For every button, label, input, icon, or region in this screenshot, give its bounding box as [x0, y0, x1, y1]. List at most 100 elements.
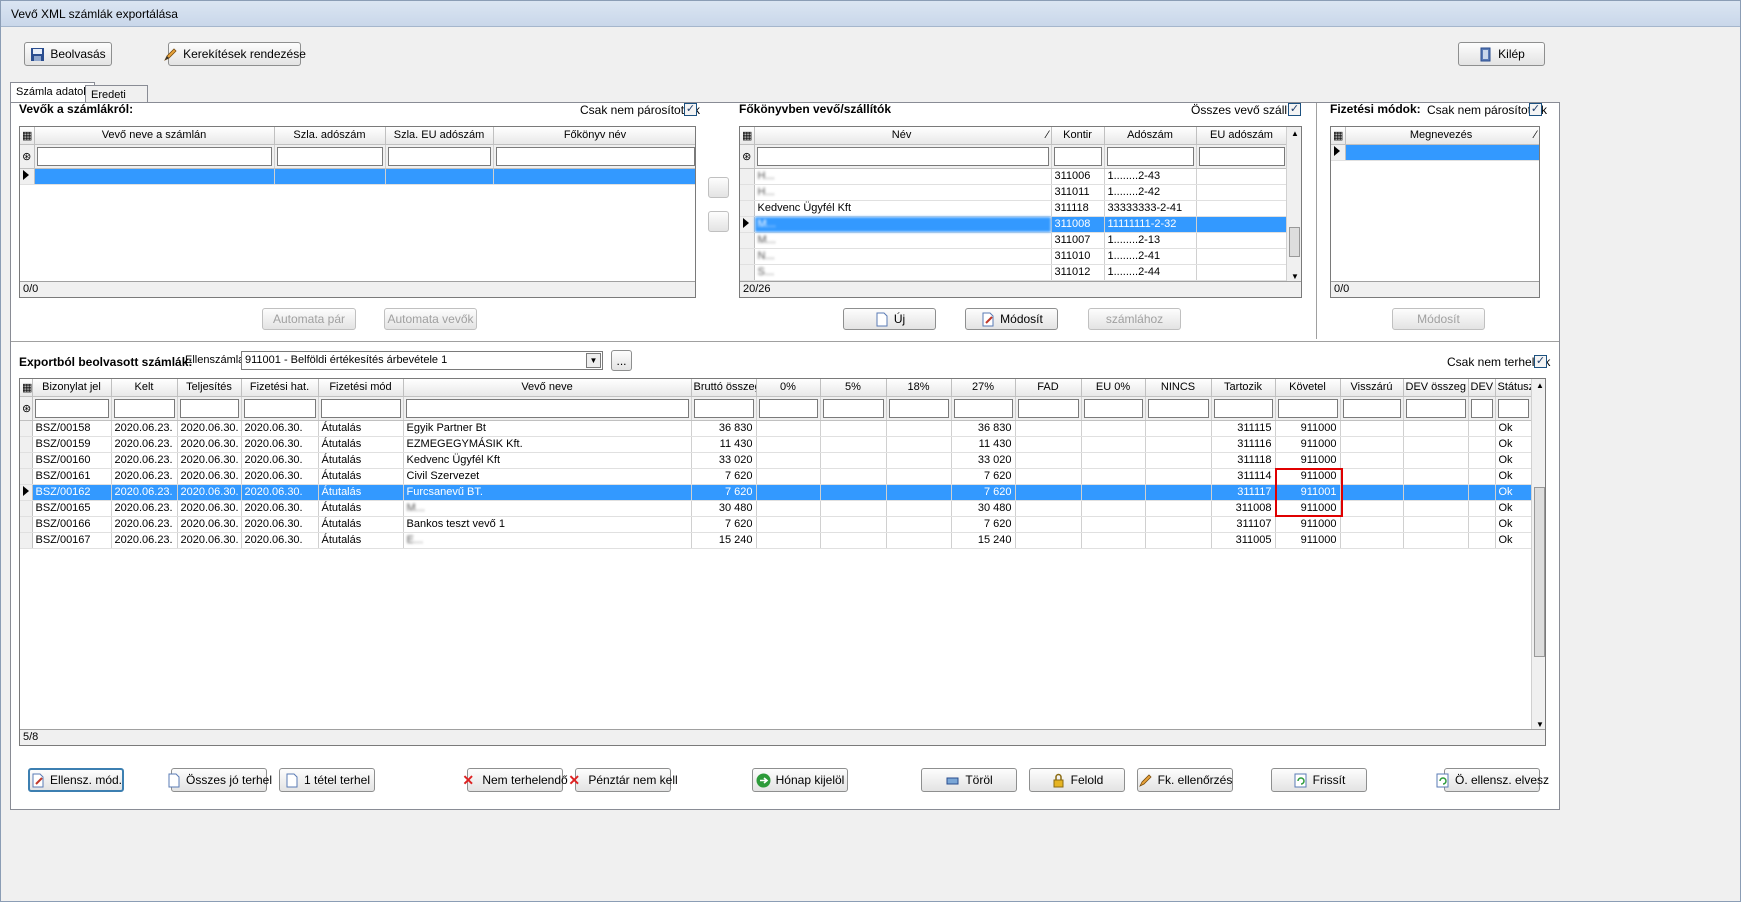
payment-modify-button[interactable]: Módosít [1392, 308, 1485, 330]
col-header[interactable]: Adószám [1104, 127, 1197, 145]
read-button[interactable]: Beolvasás [24, 42, 112, 66]
all-good-post-button[interactable]: Összes jó terhel [168, 768, 272, 792]
col-header[interactable]: DEV összeg [1403, 379, 1469, 397]
table-row[interactable] [1331, 144, 1539, 161]
col-header[interactable]: EU 0% [1081, 379, 1146, 397]
filter-input[interactable] [1468, 396, 1496, 421]
grid-settings-icon[interactable]: ▦ [1331, 127, 1346, 145]
ledger-check-button[interactable]: Fk. ellenőrzés [1137, 768, 1233, 792]
col-header[interactable]: Bizonylat jel [32, 379, 112, 397]
filter-input[interactable] [32, 396, 112, 421]
browse-button[interactable]: ... [611, 350, 632, 371]
scroll-thumb[interactable] [1289, 227, 1300, 257]
col-header[interactable]: Követel [1275, 379, 1341, 397]
col-header[interactable]: FAD [1015, 379, 1082, 397]
counter-account-select[interactable]: 911001 - Belföldi értékesítés árbevétele… [241, 351, 603, 370]
table-row[interactable]: BSZ/00166 2020.06.23. 2020.06.30. 2020.06.3… [20, 516, 1532, 533]
col-header[interactable]: Vevő neve a számlán [34, 127, 275, 145]
grid-settings-icon[interactable]: ▦ [20, 127, 35, 145]
month-select-button[interactable]: Hónap kijelöl [752, 768, 848, 792]
chevron-down-icon[interactable]: ▼ [586, 353, 601, 368]
filter-input[interactable] [754, 144, 1052, 169]
ledger-all-checkbox[interactable]: ✓ [1288, 103, 1301, 116]
ledger-modify-button[interactable]: Módosít [965, 308, 1058, 330]
only-unposted-checkbox[interactable]: ✓ [1534, 355, 1547, 368]
filter-input[interactable] [886, 396, 952, 421]
table-row[interactable]: Kedvenc Ügyfél Kft 311118 33333333-2-41 [740, 200, 1288, 217]
col-header[interactable]: Tartozik [1211, 379, 1276, 397]
filter-input[interactable] [756, 396, 821, 421]
col-header[interactable]: NINCS [1145, 379, 1212, 397]
table-row[interactable] [20, 168, 695, 185]
col-header[interactable]: Név ⁄ [754, 127, 1052, 145]
filter-input[interactable] [493, 144, 695, 169]
auto-pair-button[interactable]: Automata pár [262, 308, 356, 330]
grid-settings-icon[interactable]: ▦ [740, 127, 755, 145]
filter-input[interactable] [34, 144, 275, 169]
col-header[interactable]: 5% [820, 379, 887, 397]
col-header[interactable]: Teljesítés [177, 379, 242, 397]
filter-input[interactable] [111, 396, 178, 421]
col-header[interactable]: 18% [886, 379, 952, 397]
filter-input[interactable] [177, 396, 242, 421]
new-button[interactable]: Új [843, 308, 936, 330]
release-button[interactable]: Felold [1029, 768, 1125, 792]
filter-input[interactable] [318, 396, 404, 421]
col-header[interactable]: Főkönyv név [493, 127, 695, 145]
col-header[interactable]: EU adószám [1196, 127, 1288, 145]
filter-input[interactable] [1015, 396, 1082, 421]
scroll-thumb[interactable] [1534, 487, 1545, 657]
table-row[interactable]: BSZ/00167 2020.06.23. 2020.06.30. 2020.06.3… [20, 532, 1532, 549]
col-header[interactable]: Kontir [1051, 127, 1105, 145]
all-counter-lost-button[interactable]: Ö. ellensz. elvesz [1436, 768, 1549, 792]
filter-input[interactable] [691, 396, 757, 421]
auto-buyers-button[interactable]: Automata vevők [384, 308, 477, 330]
buyers-only-unpaired-checkbox[interactable]: ✓ [684, 103, 697, 116]
table-row[interactable]: BSZ/00159 2020.06.23. 2020.06.30. 2020.06.3… [20, 436, 1532, 453]
col-header[interactable]: Státusz [1495, 379, 1532, 397]
table-row[interactable]: H... 311011 1........2-42 [740, 184, 1288, 201]
col-header[interactable]: 27% [951, 379, 1016, 397]
filter-input[interactable] [241, 396, 319, 421]
filter-input[interactable] [1340, 396, 1404, 421]
grid-settings-icon[interactable]: ▦ [20, 379, 33, 397]
col-header[interactable]: Fizetési mód [318, 379, 404, 397]
filter-input[interactable] [385, 144, 494, 169]
refresh-button[interactable]: Frissít [1271, 768, 1367, 792]
filter-input[interactable] [1403, 396, 1469, 421]
filter-input[interactable] [1275, 396, 1341, 421]
cash-not-needed-button[interactable]: ✕ Pénztár nem kell [568, 768, 678, 792]
col-header[interactable]: Szla. adószám [274, 127, 386, 145]
invoices-scrollbar[interactable]: ▲ ▼ [1531, 379, 1545, 731]
col-header[interactable]: Megnevezés ⁄ [1345, 127, 1539, 145]
filter-input[interactable] [1104, 144, 1197, 169]
col-header[interactable]: Vevő neve [403, 379, 692, 397]
filter-input[interactable] [820, 396, 887, 421]
table-row[interactable]: M... 311007 1........2-13 [740, 232, 1288, 249]
col-header[interactable]: Visszárú [1340, 379, 1404, 397]
filter-input[interactable] [1495, 396, 1532, 421]
ledger-scrollbar[interactable]: ▲ ▼ [1286, 127, 1301, 283]
counter-mod-button[interactable]: Ellensz. mód. [28, 768, 124, 792]
delete-button[interactable]: Töröl [921, 768, 1017, 792]
filter-input[interactable] [1196, 144, 1288, 169]
one-item-post-button[interactable]: 1 tétel terhel [279, 768, 375, 792]
col-header[interactable]: DEV [1468, 379, 1496, 397]
col-header[interactable]: Bruttó összeg [691, 379, 757, 397]
col-header[interactable]: Fizetési hat. [241, 379, 319, 397]
table-row[interactable]: M... 311008 11111111-2-32 [740, 216, 1288, 233]
table-row[interactable]: S... 311012 1........2-44 [740, 264, 1288, 281]
col-header[interactable]: 0% [756, 379, 821, 397]
filter-input[interactable] [274, 144, 386, 169]
to-invoice-button[interactable]: számlához [1088, 308, 1181, 330]
filter-input[interactable] [1211, 396, 1276, 421]
table-row[interactable]: H... 311006 1........2-43 [740, 168, 1288, 185]
col-header[interactable]: Kelt [111, 379, 178, 397]
payment-only-unpaired-checkbox[interactable]: ✓ [1529, 103, 1542, 116]
filter-input[interactable] [1051, 144, 1105, 169]
table-row[interactable]: BSZ/00160 2020.06.23. 2020.06.30. 2020.06.3… [20, 452, 1532, 469]
exit-button[interactable]: Kilép [1458, 42, 1545, 66]
unassign-button[interactable] [708, 211, 729, 232]
tab-invoice-data[interactable]: Számla adatok [10, 82, 95, 103]
table-row[interactable]: N... 311010 1........2-41 [740, 248, 1288, 265]
